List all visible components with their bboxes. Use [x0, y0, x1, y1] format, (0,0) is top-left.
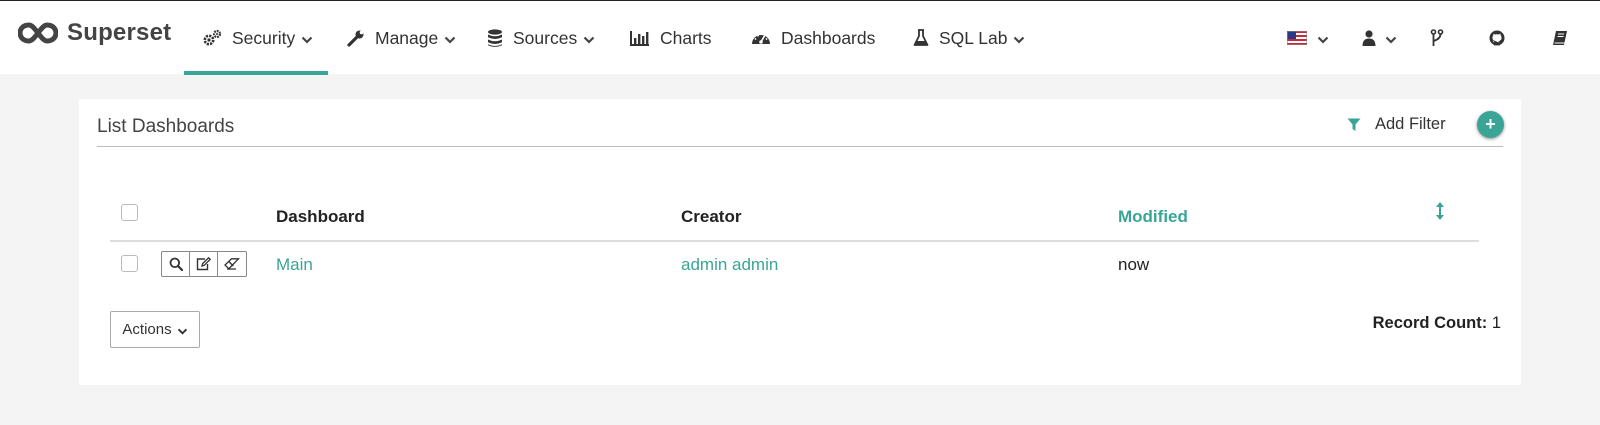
column-header-modified[interactable]: Modified [1118, 207, 1188, 227]
actions-label: Actions [122, 321, 172, 338]
show-record-button[interactable] [162, 252, 190, 276]
nav-sources-label: Sources [513, 27, 578, 48]
list-dashboards-panel: List Dashboards Add Filter + Dashboard C… [79, 99, 1521, 385]
language-selector[interactable] [1287, 1, 1329, 75]
nav-charts-label: Charts [660, 27, 712, 48]
nav-manage[interactable]: Manage [347, 1, 456, 75]
top-navbar: Superset Security Manage Sources Charts … [0, 0, 1600, 75]
nav-sqllab[interactable]: SQL Lab [913, 1, 1025, 75]
brand-link[interactable]: Superset [18, 19, 171, 47]
chevron-down-icon [1013, 36, 1025, 44]
cell-modified: now [1118, 255, 1150, 274]
documentation-link[interactable] [1552, 1, 1568, 75]
nav-security[interactable]: Security [184, 1, 328, 75]
us-flag-icon [1287, 31, 1307, 45]
chevron-down-icon [1385, 36, 1397, 44]
github-link[interactable] [1489, 1, 1505, 75]
column-header-creator[interactable]: Creator [681, 207, 741, 227]
cell-dashboard-link[interactable]: Main [276, 255, 313, 275]
record-count-value: 1 [1491, 314, 1501, 332]
infinity-logo-icon [18, 22, 58, 44]
page-title: List Dashboards [97, 116, 235, 137]
nav-sqllab-label: SQL Lab [939, 27, 1008, 48]
book-icon [1552, 30, 1568, 46]
nav-dashboards-label: Dashboards [781, 27, 876, 48]
cell-creator-link[interactable]: admin admin [681, 255, 778, 275]
database-icon [487, 28, 503, 48]
chevron-down-icon [583, 36, 595, 44]
filter-icon [1347, 118, 1361, 132]
user-icon [1362, 30, 1376, 46]
gears-icon [202, 29, 222, 47]
actions-dropdown[interactable]: Actions [110, 311, 200, 348]
edit-icon [196, 257, 211, 271]
wrench-icon [347, 29, 365, 47]
row-actions-group [161, 251, 247, 277]
flask-icon [913, 29, 929, 47]
add-dashboard-button[interactable]: + [1477, 111, 1504, 138]
record-count: Record Count: 1 [1373, 314, 1501, 333]
divider [97, 146, 1503, 147]
record-count-label: Record Count: [1372, 314, 1488, 332]
version-button[interactable] [1430, 1, 1444, 75]
dashboard-gauge-icon [751, 30, 771, 46]
edit-record-button[interactable] [190, 252, 218, 276]
sort-icon[interactable] [1435, 201, 1445, 221]
brand-name: Superset [67, 19, 172, 46]
chevron-down-icon [177, 328, 188, 335]
user-menu[interactable] [1362, 1, 1397, 75]
column-header-dashboard[interactable]: Dashboard [276, 207, 365, 227]
delete-record-button[interactable] [218, 252, 246, 276]
add-filter-button[interactable]: Add Filter [1347, 115, 1446, 134]
chevron-down-icon [444, 36, 456, 44]
table-header-divider [110, 240, 1479, 242]
code-branch-icon [1430, 29, 1444, 47]
add-filter-label: Add Filter [1375, 115, 1446, 133]
nav-sources[interactable]: Sources [487, 1, 595, 75]
chevron-down-icon [301, 36, 313, 44]
row-checkbox[interactable] [121, 255, 138, 272]
search-icon [169, 257, 183, 271]
select-all-checkbox[interactable] [121, 204, 138, 221]
nav-dashboards[interactable]: Dashboards [751, 1, 875, 75]
chevron-down-icon [1317, 36, 1329, 44]
nav-charts[interactable]: Charts [630, 1, 712, 75]
github-icon [1489, 30, 1505, 46]
nav-manage-label: Manage [375, 27, 439, 48]
eraser-icon [224, 258, 240, 270]
bar-chart-icon [630, 30, 650, 46]
nav-security-label: Security [232, 27, 296, 48]
